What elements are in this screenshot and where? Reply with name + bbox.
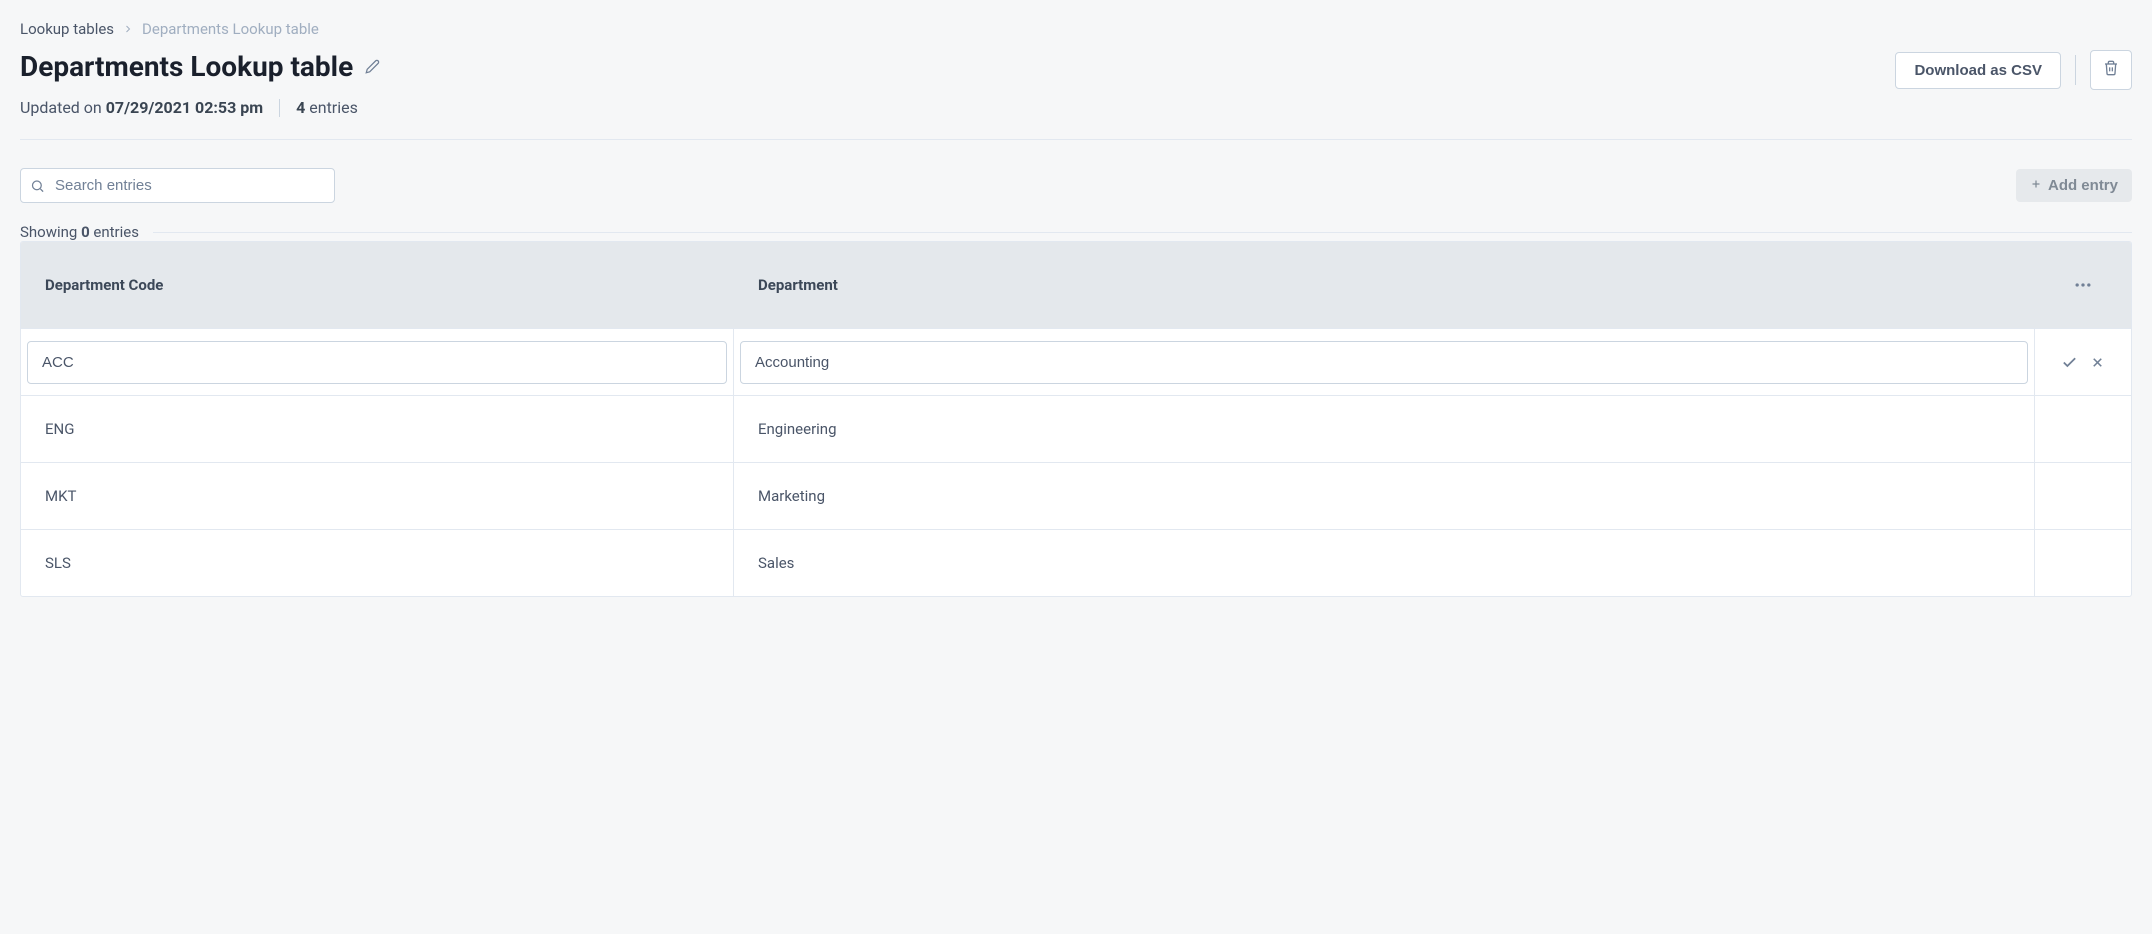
updated-timestamp: 07/29/2021 02:53 pm	[106, 98, 263, 117]
showing-divider-line	[153, 232, 2132, 233]
column-header-dept: Department	[734, 276, 2035, 294]
search-icon	[30, 178, 45, 193]
check-icon[interactable]	[2061, 354, 2078, 371]
meta-row: Updated on 07/29/2021 02:53 pm 4 entries	[20, 98, 2132, 117]
pencil-icon[interactable]	[365, 59, 380, 74]
cell-code: MKT	[21, 463, 734, 529]
breadcrumb-root-link[interactable]: Lookup tables	[20, 20, 114, 38]
updated-prefix: Updated on	[20, 98, 106, 117]
showing-row: Showing 0 entries	[20, 223, 2132, 241]
table-toolbar: Add entry	[20, 168, 2132, 203]
column-header-actions	[2035, 275, 2131, 295]
row-actions	[2035, 463, 2131, 529]
showing-text: Showing 0 entries	[20, 223, 139, 241]
search-wrap	[20, 168, 335, 203]
delete-button[interactable]	[2090, 50, 2132, 90]
table-row[interactable]: ENG Engineering	[21, 395, 2131, 462]
row-actions	[2035, 396, 2131, 462]
close-icon[interactable]	[2090, 355, 2105, 370]
updated-on: Updated on 07/29/2021 02:53 pm	[20, 98, 263, 117]
cell-code: SLS	[21, 530, 734, 596]
lookup-table: Department Code Department ENG Engineeri…	[20, 241, 2132, 597]
plus-icon	[2030, 177, 2042, 194]
search-input[interactable]	[20, 168, 335, 203]
download-csv-button[interactable]: Download as CSV	[1895, 52, 2061, 89]
showing-suffix: entries	[90, 223, 139, 241]
edit-input-code[interactable]	[27, 341, 727, 384]
edit-input-dept[interactable]	[740, 341, 2028, 384]
showing-prefix: Showing	[20, 223, 81, 241]
cell-dept: Sales	[734, 530, 2035, 596]
chevron-right-icon	[122, 23, 134, 35]
row-actions	[2035, 530, 2131, 596]
entries-suffix: entries	[305, 98, 358, 117]
more-horizontal-icon[interactable]	[2073, 275, 2093, 295]
entries-number: 4	[296, 98, 305, 117]
cell-dept: Engineering	[734, 396, 2035, 462]
table-row[interactable]: SLS Sales	[21, 529, 2131, 596]
table-row[interactable]: MKT Marketing	[21, 462, 2131, 529]
page-divider	[20, 139, 2132, 140]
page-title: Departments Lookup table	[20, 50, 380, 83]
add-entry-label: Add entry	[2048, 177, 2118, 194]
edit-row-actions	[2035, 329, 2131, 395]
entries-count: 4 entries	[296, 98, 358, 117]
cell-dept: Marketing	[734, 463, 2035, 529]
vertical-divider	[2075, 55, 2076, 85]
header-actions: Download as CSV	[1895, 50, 2132, 90]
meta-divider	[279, 99, 280, 117]
breadcrumb: Lookup tables Departments Lookup table	[20, 20, 2132, 38]
column-header-code: Department Code	[21, 276, 734, 294]
cell-code: ENG	[21, 396, 734, 462]
title-block: Departments Lookup table	[20, 50, 380, 83]
edit-cell-code	[21, 329, 734, 395]
add-entry-button[interactable]: Add entry	[2016, 169, 2132, 202]
showing-count: 0	[81, 223, 90, 241]
breadcrumb-current: Departments Lookup table	[142, 20, 319, 38]
page-title-text: Departments Lookup table	[20, 50, 353, 83]
page-header: Departments Lookup table Download as CSV	[20, 50, 2132, 90]
trash-icon	[2103, 60, 2119, 80]
edit-cell-dept	[734, 329, 2035, 395]
table-header: Department Code Department	[21, 242, 2131, 328]
table-row-editing	[21, 328, 2131, 395]
